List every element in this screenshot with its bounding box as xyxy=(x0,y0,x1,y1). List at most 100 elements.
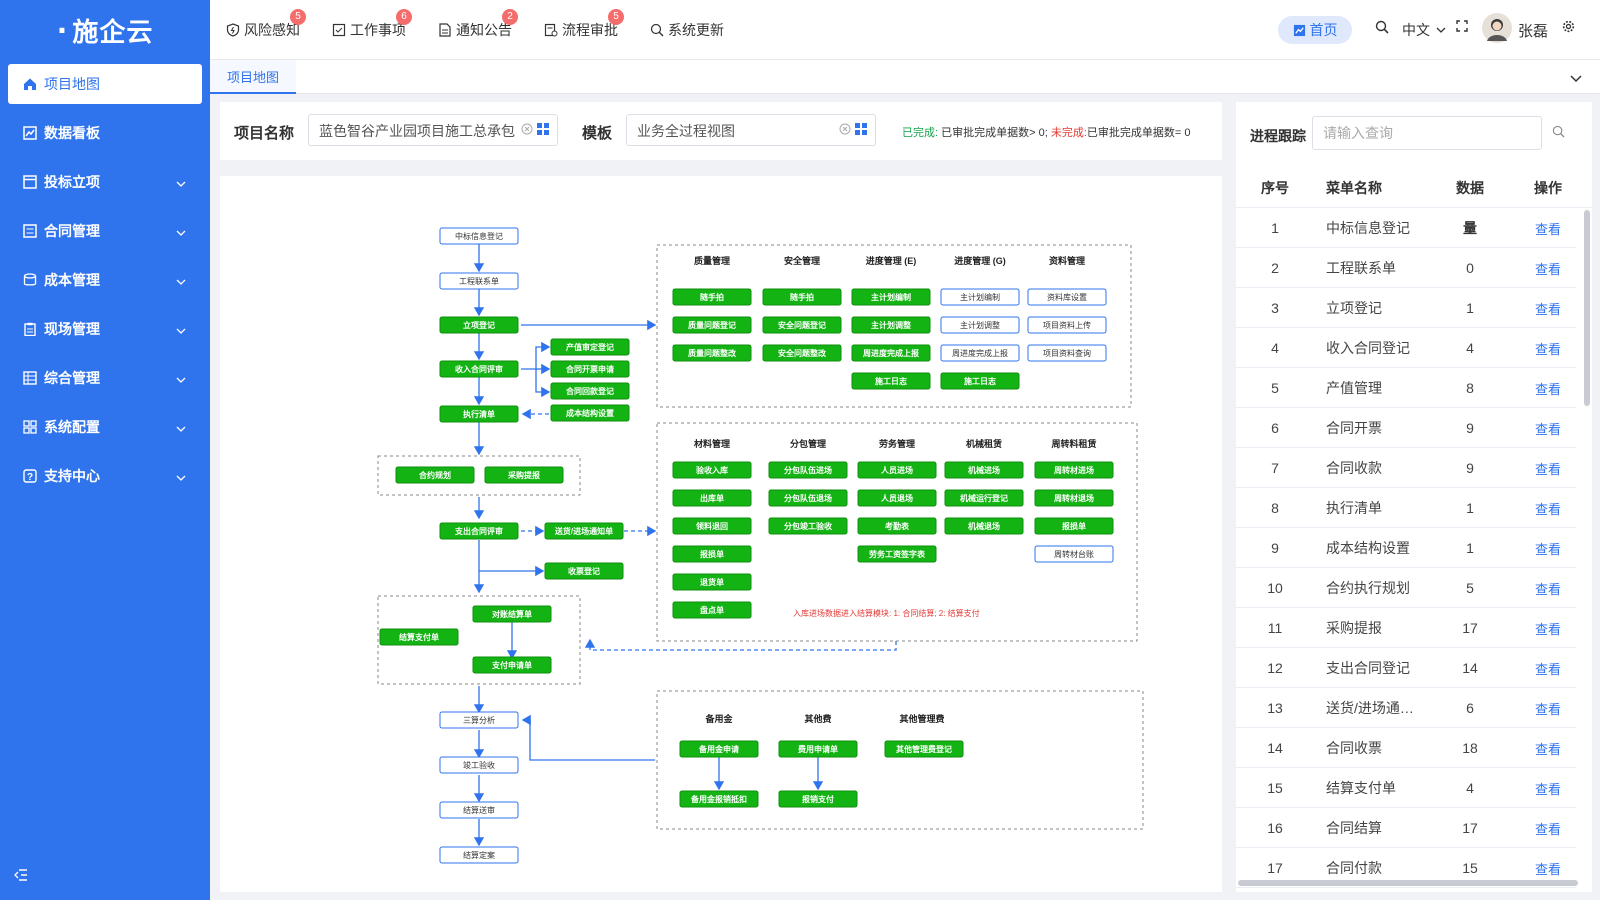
node-material[interactable]: 出库单 xyxy=(672,489,752,507)
sidebar-item-cost[interactable]: 成本管理 xyxy=(8,260,202,300)
node-delivery[interactable]: 送货/进场通知单 xyxy=(544,522,624,540)
nav-updates[interactable]: 系统更新 xyxy=(650,20,724,40)
search-icon[interactable] xyxy=(1552,125,1565,143)
view-link[interactable]: 查看 xyxy=(1528,490,1568,530)
tracker-search-input[interactable] xyxy=(1312,116,1542,150)
node-labor[interactable]: 考勤表 xyxy=(857,517,937,535)
node-progress_g[interactable]: 施工日志 xyxy=(940,372,1020,390)
grid-picker-icon[interactable] xyxy=(855,123,867,135)
view-link[interactable]: 查看 xyxy=(1528,530,1568,570)
node-project-registration[interactable]: 立项登记 xyxy=(439,316,519,334)
view-link[interactable]: 查看 xyxy=(1528,370,1568,410)
language-select[interactable]: 中文 xyxy=(1402,20,1446,40)
view-link[interactable]: 查看 xyxy=(1528,330,1568,370)
clear-icon[interactable] xyxy=(521,123,533,135)
node-safety[interactable]: 安全问题登记 xyxy=(762,316,842,334)
node-quality[interactable]: 质量问题整改 xyxy=(672,344,752,362)
node-progress_e[interactable]: 周进度完成上报 xyxy=(851,344,931,362)
collapse-sidebar-icon[interactable] xyxy=(14,868,28,886)
node-reserve-apply[interactable]: 备用金申请 xyxy=(679,740,759,758)
view-link[interactable]: 查看 xyxy=(1528,570,1568,610)
view-link[interactable]: 查看 xyxy=(1528,250,1568,290)
node-safety[interactable]: 随手拍 xyxy=(762,288,842,306)
node-safety[interactable]: 安全问题整改 xyxy=(762,344,842,362)
node-progress_g[interactable]: 主计划编制 xyxy=(940,288,1020,306)
node-labor[interactable]: 劳务工资签字表 xyxy=(857,545,937,563)
node-machine[interactable]: 机械进场 xyxy=(944,461,1024,479)
node-turnover[interactable]: 周转材台账 xyxy=(1034,545,1114,563)
node-machine[interactable]: 机械运行登记 xyxy=(944,489,1024,507)
view-link[interactable]: 查看 xyxy=(1528,610,1568,650)
node-material[interactable]: 验收入库 xyxy=(672,461,752,479)
template-select[interactable]: 业务全过程视图 xyxy=(626,114,876,146)
vertical-scrollbar[interactable] xyxy=(1584,210,1590,406)
home-button[interactable]: 首页 xyxy=(1278,16,1352,44)
node-turnover[interactable]: 周转材进场 xyxy=(1034,461,1114,479)
nav-risk[interactable]: 风险感知 5 xyxy=(226,9,306,40)
node-progress_g[interactable]: 主计划调整 xyxy=(940,316,1020,334)
sidebar-item-bidding[interactable]: 投标立项 xyxy=(8,162,202,202)
node-other-mgmt[interactable]: 其他管理费登记 xyxy=(884,740,964,758)
node-income-review[interactable]: 收入合同评审 xyxy=(439,360,519,378)
view-link[interactable]: 查看 xyxy=(1528,450,1568,490)
view-link[interactable]: 查看 xyxy=(1528,810,1568,850)
avatar[interactable] xyxy=(1482,13,1512,43)
chevron-down-icon[interactable] xyxy=(1570,70,1582,88)
node-bid-info[interactable]: 中标信息登记 xyxy=(439,227,519,245)
node-progress_e[interactable]: 施工日志 xyxy=(851,372,931,390)
node-receipt[interactable]: 收票登记 xyxy=(544,562,624,580)
sidebar-item-dashboard[interactable]: 数据看板 xyxy=(8,113,202,153)
node-income-child[interactable]: 合同开票申请 xyxy=(550,360,630,378)
view-link[interactable]: 查看 xyxy=(1528,210,1568,250)
view-link[interactable]: 查看 xyxy=(1528,770,1568,810)
node-closing[interactable]: 结算定案 xyxy=(439,846,519,864)
node-closing[interactable]: 结算送审 xyxy=(439,801,519,819)
nav-notices[interactable]: 通知公告 2 xyxy=(438,9,518,40)
node-purchase[interactable]: 采购提报 xyxy=(484,466,564,484)
sidebar-item-project-map[interactable]: 项目地图 xyxy=(8,64,202,104)
fullscreen-icon[interactable] xyxy=(1456,20,1468,32)
node-docs[interactable]: 资料库设置 xyxy=(1027,288,1107,306)
node-contact-sheet[interactable]: 工程联系单 xyxy=(439,272,519,290)
node-subcontract[interactable]: 分包竣工验收 xyxy=(768,517,848,535)
project-select[interactable]: 蓝色智谷产业园项目施工总承包 xyxy=(308,114,558,146)
node-execution-list[interactable]: 执行清单 xyxy=(439,405,519,423)
nav-tasks[interactable]: 工作事项 6 xyxy=(332,9,412,40)
node-expense-apply[interactable]: 费用申请单 xyxy=(778,740,858,758)
node-quality[interactable]: 随手拍 xyxy=(672,288,752,306)
nav-approval[interactable]: 流程审批 5 xyxy=(544,9,624,40)
node-income-child[interactable]: 产值审定登记 xyxy=(550,338,630,356)
view-link[interactable]: 查看 xyxy=(1528,410,1568,450)
node-progress_g[interactable]: 周进度完成上报 xyxy=(940,344,1020,362)
node-pay-request[interactable]: 支付申请单 xyxy=(472,656,552,674)
sidebar-item-contract[interactable]: 合同管理 xyxy=(8,211,202,251)
node-reimburse[interactable]: 报销支付 xyxy=(778,790,858,808)
app-logo[interactable]: · 施企云 xyxy=(0,0,210,60)
node-expense-review[interactable]: 支出合同评审 xyxy=(439,522,519,540)
node-reconcile[interactable]: 对账结算单 xyxy=(472,605,552,623)
node-material[interactable]: 领料退回 xyxy=(672,517,752,535)
node-income-child[interactable]: 合同回款登记 xyxy=(550,382,630,400)
node-settle-pay[interactable]: 结算支付单 xyxy=(379,628,459,646)
node-income-child[interactable]: 成本结构设置 xyxy=(550,404,630,422)
node-labor[interactable]: 人员进场 xyxy=(857,461,937,479)
node-docs[interactable]: 项目资料查询 xyxy=(1027,344,1107,362)
search-icon[interactable] xyxy=(1375,20,1389,34)
view-link[interactable]: 查看 xyxy=(1528,690,1568,730)
sidebar-item-site[interactable]: 现场管理 xyxy=(8,309,202,349)
node-turnover[interactable]: 报损单 xyxy=(1034,517,1114,535)
settings-gear-icon[interactable] xyxy=(1562,20,1575,33)
node-quality[interactable]: 质量问题登记 xyxy=(672,316,752,334)
node-material[interactable]: 退货单 xyxy=(672,573,752,591)
node-reserve-offset[interactable]: 备用金报销抵扣 xyxy=(679,790,759,808)
node-material[interactable]: 盘点单 xyxy=(672,601,752,619)
sidebar-item-system[interactable]: 系统配置 xyxy=(8,407,202,447)
tab-project-map[interactable]: 项目地图 xyxy=(210,60,296,94)
grid-picker-icon[interactable] xyxy=(537,123,549,135)
node-machine[interactable]: 机械退场 xyxy=(944,517,1024,535)
node-closing[interactable]: 竣工验收 xyxy=(439,756,519,774)
view-link[interactable]: 查看 xyxy=(1528,650,1568,690)
node-docs[interactable]: 项目资料上传 xyxy=(1027,316,1107,334)
node-subcontract[interactable]: 分包队伍退场 xyxy=(768,489,848,507)
sidebar-item-general[interactable]: 综合管理 xyxy=(8,358,202,398)
